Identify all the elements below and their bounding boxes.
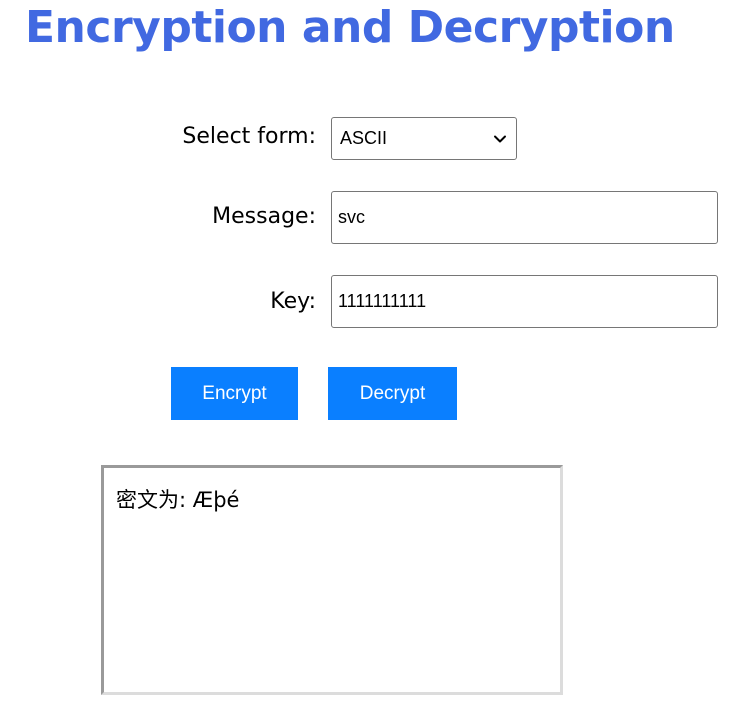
output-textarea[interactable]: 密文为: Æþé bbox=[101, 465, 563, 695]
encrypt-button[interactable]: Encrypt bbox=[171, 367, 298, 420]
message-label: Message: bbox=[212, 204, 316, 229]
decrypt-button[interactable]: Decrypt bbox=[328, 367, 457, 420]
message-input[interactable]: svc bbox=[331, 191, 718, 244]
page-title: Encryption and Decryption bbox=[25, 2, 675, 53]
message-input-value: svc bbox=[338, 207, 365, 227]
chevron-down-icon bbox=[492, 131, 508, 147]
key-input-value: 1111111111 bbox=[338, 291, 427, 311]
key-label: Key: bbox=[270, 289, 316, 314]
select-form-label: Select form: bbox=[182, 124, 316, 149]
page-root: Encryption and Decryption Select form: A… bbox=[0, 0, 752, 724]
form-select[interactable]: ASCII bbox=[331, 117, 517, 160]
key-input[interactable]: 1111111111 bbox=[331, 275, 718, 328]
form-select-value: ASCII bbox=[340, 128, 388, 148]
output-text: 密文为: Æþé bbox=[116, 488, 240, 512]
